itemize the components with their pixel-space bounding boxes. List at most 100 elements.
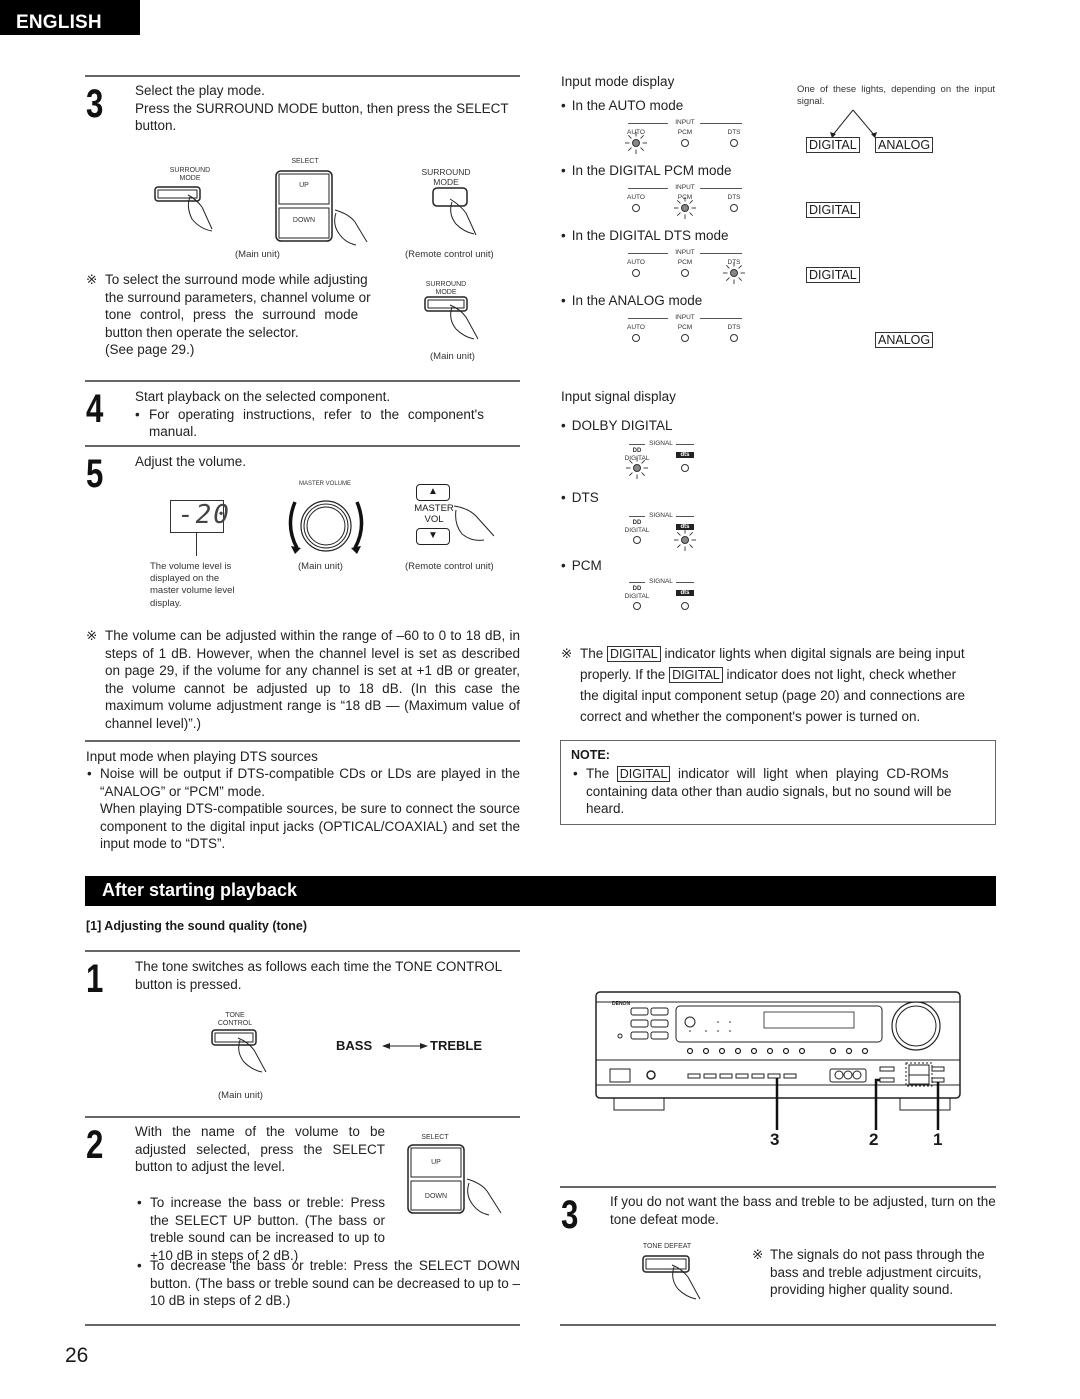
step-text: The tone switches as follows each time t… xyxy=(135,959,502,992)
divider xyxy=(85,75,520,77)
surround-mode-remote-label: SURROUND MODE xyxy=(421,167,471,187)
led-label: AUTO xyxy=(627,324,645,331)
tone-defeat-button-figure[interactable] xyxy=(640,1253,720,1313)
digital-indicator: DIGITAL xyxy=(806,137,860,153)
signal-label: • PCM xyxy=(561,558,602,573)
light-rays-icon xyxy=(625,132,647,154)
callout-number: 1 xyxy=(933,1130,943,1149)
signal-led-group: SIGNALDDDIGITALdts xyxy=(625,440,701,479)
light-rays-icon xyxy=(674,529,696,551)
bass-label: BASS xyxy=(336,1038,373,1053)
tone-defeat-note: ※ The signals do not pass through the ba… xyxy=(752,1247,985,1297)
caption-main-unit: (Main unit) xyxy=(235,249,280,260)
input-group-label: INPUT xyxy=(675,314,695,321)
step-text: With the name of the volume to be adjust… xyxy=(135,1124,385,1174)
side-note: One of these lights, depending on the in… xyxy=(797,84,995,107)
divider xyxy=(85,1116,520,1118)
select-up-button[interactable]: UP xyxy=(284,182,324,190)
led-dts xyxy=(730,334,738,342)
master-volume-label: MASTER VOLUME xyxy=(298,481,351,487)
analog-indicator: ANALOG xyxy=(875,332,934,348)
select-up-button[interactable]: UP xyxy=(416,1159,456,1167)
dolby-logo-icon: DD xyxy=(632,586,642,592)
note-box: NOTE: The DIGITAL indicator will light w… xyxy=(560,740,996,825)
divider xyxy=(560,1324,996,1326)
light-rays-icon xyxy=(626,457,648,479)
bullet-increase: To increase the bass or treble: Press th… xyxy=(137,1194,385,1264)
light-rays-icon xyxy=(674,197,696,219)
divider xyxy=(85,950,520,952)
dolby-logo-icon: DD xyxy=(632,520,642,526)
led-pcm xyxy=(681,269,689,277)
input-group-label: INPUT xyxy=(675,184,695,191)
signal-group-label: SIGNAL xyxy=(649,440,673,447)
signal-label: • DOLBY DIGITAL xyxy=(561,418,673,433)
digital-indicator: DIGITAL xyxy=(806,202,860,218)
treble-label: TREBLE xyxy=(430,1038,482,1053)
tone-control-label: TONE CONTROL xyxy=(217,1012,253,1027)
divider xyxy=(85,380,520,382)
tone-defeat-label: TONE DEFEAT xyxy=(642,1243,692,1250)
subheading: [1] Adjusting the sound quality (tone) xyxy=(86,919,308,933)
select-down-button[interactable]: DOWN xyxy=(416,1193,456,1201)
caption-main-unit: (Main unit) xyxy=(298,561,343,572)
led-label: PCM xyxy=(677,324,693,331)
signal-led-group: SIGNALDDDIGITALdts xyxy=(624,512,701,551)
surround-note: ※ To select the surround mode while adju… xyxy=(86,272,371,357)
bullet-decrease: To decrease the bass or treble: Press th… xyxy=(137,1257,520,1310)
surround-mode-label: SURROUND MODE xyxy=(169,167,211,182)
signal-group-label: SIGNAL xyxy=(649,578,673,585)
dts-logo-icon: dts xyxy=(676,590,694,596)
led-dts xyxy=(730,139,738,147)
mode-label: • In the ANALOG mode xyxy=(561,293,703,308)
input-led-group: INPUT AUTO PCM DTS xyxy=(622,314,752,350)
led-auto xyxy=(632,334,640,342)
mode-label: • In the AUTO mode xyxy=(561,98,684,113)
caption-remote-unit: (Remote control unit) xyxy=(405,561,494,572)
master-vol-up-button[interactable]: ▲ xyxy=(416,484,450,501)
note-title: NOTE: xyxy=(571,748,610,762)
input-mode-heading: Input mode display xyxy=(561,74,675,89)
note-mark: ※ xyxy=(561,646,573,661)
callout-number: 2 xyxy=(869,1130,879,1149)
led-auto xyxy=(632,269,640,277)
volume-note: ※ The volume can be adjusted within the … xyxy=(86,628,520,731)
divider xyxy=(85,740,520,742)
digital-note: ※ The DIGITAL indicator lights when digi… xyxy=(561,643,996,727)
step-number: 1 xyxy=(86,957,104,1001)
input-group-label: INPUT xyxy=(675,249,695,256)
step-line: Press the SURROUND MODE button, then pre… xyxy=(135,100,509,134)
step-number: 3 xyxy=(561,1193,579,1237)
light-rays-icon xyxy=(723,262,745,284)
select-label: SELECT xyxy=(291,158,319,165)
master-vol-down-button[interactable]: ▼ xyxy=(416,528,450,545)
caption-main-unit: (Main unit) xyxy=(430,351,475,362)
led-digital xyxy=(633,602,641,610)
tone-control-button-figure[interactable] xyxy=(208,1028,288,1086)
mode-label: • In the DIGITAL DTS mode xyxy=(561,228,729,243)
master-volume-knob[interactable] xyxy=(283,490,373,565)
dts-heading: Input mode when playing DTS sources xyxy=(86,749,318,764)
step-text: Start playback on the selected component… xyxy=(135,389,484,439)
step-number: 4 xyxy=(86,387,104,431)
language-tab: ENGLISH xyxy=(0,0,140,35)
input-led-group: INPUTAUTOPCMDTS xyxy=(622,184,752,220)
select-down-button[interactable]: DOWN xyxy=(284,217,324,225)
signal-led-group: SIGNALDDDIGITALdts xyxy=(625,578,701,614)
input-led-group: INPUTAUTOPCMDTS xyxy=(622,119,752,155)
led-label: DTS xyxy=(727,324,741,331)
led-dts xyxy=(681,602,689,610)
led-label: AUTO xyxy=(627,259,645,266)
step-text: If you do not want the bass and treble t… xyxy=(610,1194,996,1227)
led-auto xyxy=(632,204,640,212)
page-number: 26 xyxy=(65,1344,89,1367)
dolby-digital-label: DIGITAL xyxy=(624,527,650,534)
signal-group-label: SIGNAL xyxy=(649,512,673,519)
led-label: AUTO xyxy=(627,194,645,201)
select-label: SELECT xyxy=(421,1134,449,1141)
note-mark: ※ xyxy=(86,628,98,643)
led-label: DTS xyxy=(727,194,741,201)
digital-indicator: DIGITAL xyxy=(669,667,723,683)
led-digital xyxy=(633,536,641,544)
led-pcm xyxy=(681,334,689,342)
